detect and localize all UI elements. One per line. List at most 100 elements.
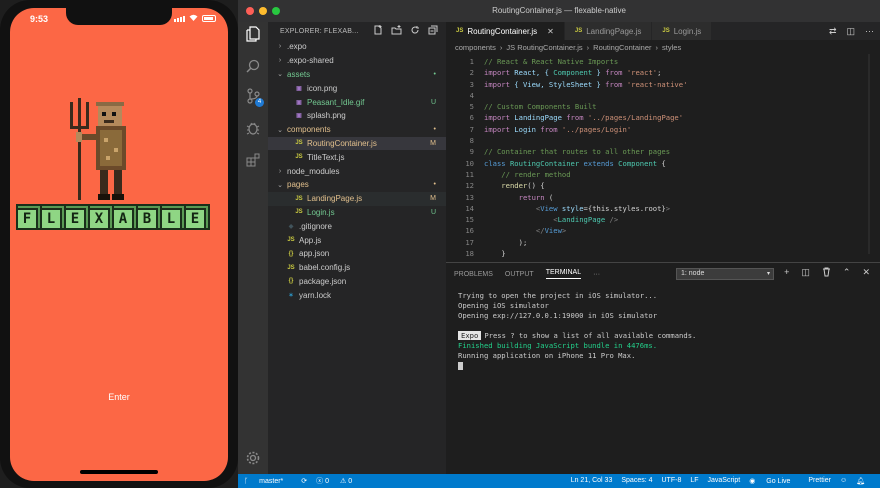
minimize-window-button[interactable] xyxy=(259,7,267,15)
git-status-badge: • xyxy=(433,70,436,78)
source-control-icon[interactable]: 4 xyxy=(245,88,264,107)
terminal-output[interactable]: Trying to open the project in iOS simula… xyxy=(446,285,880,377)
tab-landingpage[interactable]: JS LandingPage.js xyxy=(564,22,653,40)
breadcrumb-item[interactable]: JS RoutingContainer.js xyxy=(506,43,582,52)
tree-item[interactable]: › node_modules xyxy=(268,164,446,178)
breadcrumb-item[interactable]: styles xyxy=(662,43,681,52)
feedback-smiley-icon[interactable]: ☺ xyxy=(840,477,847,485)
collapse-all-icon[interactable] xyxy=(428,25,438,37)
language-mode[interactable]: JavaScript xyxy=(708,477,741,485)
line-number: 8 xyxy=(469,136,474,146)
explorer-icon[interactable] xyxy=(245,26,261,42)
line-number: 9 xyxy=(469,147,474,157)
split-terminal-icon[interactable]: ◫ xyxy=(801,267,810,279)
compare-icon[interactable]: ⇄ xyxy=(829,26,837,37)
window-titlebar: RoutingContainer.js — flexable-native xyxy=(238,0,880,22)
tree-item[interactable]: {} package.json xyxy=(268,275,446,289)
tree-item[interactable]: ⌄ components • xyxy=(268,123,446,137)
home-indicator[interactable] xyxy=(80,470,158,474)
status-time: 9:53 xyxy=(30,14,49,24)
split-editor-icon[interactable]: ◫ xyxy=(846,26,855,37)
line-number: 5 xyxy=(469,102,474,112)
tab-problems[interactable]: PROBLEMS xyxy=(454,271,493,278)
tab-terminal[interactable]: TERMINAL xyxy=(545,269,582,279)
kill-terminal-icon[interactable] xyxy=(822,267,831,279)
editor-scrollbar[interactable] xyxy=(868,54,870,254)
code-line: 2 import React, { Component } from 'react… xyxy=(446,67,880,78)
extensions-icon[interactable] xyxy=(245,152,261,168)
code-token: 'react' xyxy=(626,68,658,78)
line-number: 17 xyxy=(465,237,474,247)
maximize-panel-icon[interactable]: ⌃ xyxy=(843,267,851,279)
tab-output[interactable]: OUTPUT xyxy=(505,271,534,278)
tree-item[interactable]: ◆ .gitignore xyxy=(268,219,446,233)
js-file-icon: JS xyxy=(295,195,303,202)
tree-item[interactable]: {} app.json xyxy=(268,247,446,261)
chevron-down-icon: ⌄ xyxy=(277,126,283,134)
prettier-button[interactable]: Prettier xyxy=(808,477,831,485)
tree-item[interactable]: ⌄ assets • xyxy=(268,68,446,82)
code-token: from xyxy=(566,113,588,123)
tree-item[interactable]: ▣ splash.png xyxy=(268,109,446,123)
tree-item[interactable]: JS TitleText.js xyxy=(268,150,446,164)
problems-indicator[interactable]: ⓧ 0 ⚠ 0 xyxy=(316,476,361,486)
enter-button[interactable]: Enter xyxy=(10,392,228,402)
search-icon[interactable] xyxy=(245,58,261,74)
code-line: 5 // Custom Components Built xyxy=(446,101,880,112)
new-folder-icon[interactable] xyxy=(391,25,402,37)
go-live-button[interactable]: ◉ Go Live xyxy=(749,477,799,485)
editor-actions: ⇄ ◫ ··· xyxy=(829,26,874,37)
code-line: 1 // React & React Native Imports xyxy=(446,56,880,67)
tree-item-label: splash.png xyxy=(307,111,346,121)
tree-item-label: RoutingContainer.js xyxy=(307,138,377,148)
status-right: Ln 21, Col 33 Spaces: 4 UTF-8 LF JavaScr… xyxy=(571,477,874,485)
branch-name: master* xyxy=(259,477,284,485)
code-token: style xyxy=(561,203,584,213)
tree-item[interactable]: JS LandingPage.js M xyxy=(268,191,446,206)
title-tile: A xyxy=(112,208,134,230)
tree-item[interactable]: ▣ icon.png xyxy=(268,81,446,95)
code-token: { View, StyleSheet } xyxy=(514,79,606,89)
json-file-icon: {} xyxy=(288,250,294,257)
close-panel-icon[interactable]: ✕ xyxy=(862,267,870,279)
breadcrumb-item[interactable]: RoutingContainer xyxy=(593,43,651,52)
debug-icon[interactable] xyxy=(245,120,261,136)
tree-item-label: Peasant_Idle.gif xyxy=(307,97,365,107)
tree-item[interactable]: JS App.js xyxy=(268,233,446,247)
sync-icon[interactable]: ⟳ xyxy=(301,477,307,485)
zoom-window-button[interactable] xyxy=(272,7,280,15)
js-file-icon: JS xyxy=(295,154,303,161)
tree-item[interactable]: JS RoutingContainer.js M xyxy=(268,136,446,151)
tab-routingcontainer[interactable]: JS RoutingContainer.js ✕ xyxy=(446,22,565,40)
breadcrumb-item[interactable]: components xyxy=(455,43,496,52)
tree-item[interactable]: ✶ yarn.lock xyxy=(268,288,446,302)
close-tab-icon[interactable]: ✕ xyxy=(547,27,554,36)
tree-item[interactable]: › .expo-shared xyxy=(268,54,446,68)
explorer-sidebar: EXPLORER: FLEXAB... › .expo › .expo-shar… xyxy=(268,22,446,474)
panel-more-icon[interactable]: ··· xyxy=(593,271,600,278)
tree-item[interactable]: ▣ Peasant_Idle.gif U xyxy=(268,95,446,109)
tree-item-label: .expo xyxy=(287,42,307,52)
settings-gear-icon[interactable] xyxy=(245,450,261,466)
tree-item[interactable]: JS Login.js U xyxy=(268,206,446,220)
tree-item[interactable]: › .expo xyxy=(268,40,446,54)
tree-item[interactable]: JS babel.config.js xyxy=(268,261,446,275)
branch-indicator[interactable]: ᚴ master* xyxy=(244,478,292,485)
new-terminal-icon[interactable]: + xyxy=(784,267,789,279)
code-editor[interactable]: 1 // React & React Native Imports 2 import … xyxy=(446,54,880,259)
refresh-icon[interactable] xyxy=(410,25,420,37)
js-file-icon: JS xyxy=(295,140,303,147)
tab-login[interactable]: JS Login.js xyxy=(652,22,713,40)
tab-label: LandingPage.js xyxy=(586,26,642,36)
notifications-bell-icon[interactable]: 🔔︎ xyxy=(856,477,865,485)
terminal-select[interactable]: 1: node ▾ xyxy=(676,268,774,280)
cursor-position[interactable]: Ln 21, Col 33 xyxy=(571,477,613,485)
new-file-icon[interactable] xyxy=(373,25,383,37)
tree-item[interactable]: ⌄ pages • xyxy=(268,178,446,192)
line-number: 15 xyxy=(465,215,474,225)
line-ending[interactable]: LF xyxy=(690,477,698,485)
encoding[interactable]: UTF-8 xyxy=(662,477,682,485)
more-actions-icon[interactable]: ··· xyxy=(865,26,874,37)
indentation[interactable]: Spaces: 4 xyxy=(621,477,652,485)
close-window-button[interactable] xyxy=(246,7,254,15)
